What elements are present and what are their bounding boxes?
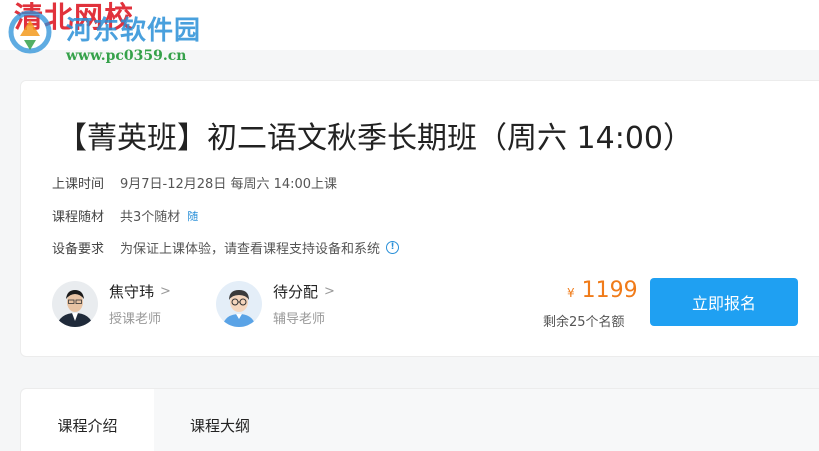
teacher-role: 辅导老师 — [273, 312, 326, 327]
teacher-instructor[interactable]: 焦守玮 > 授课老师 — [52, 280, 171, 327]
top-header: 清北网校 河东软件园 www.pc0359.cn — [0, 0, 819, 64]
watermark-url: www.pc0359.cn — [66, 48, 187, 64]
currency-symbol: ¥ — [567, 286, 575, 300]
chevron-right-icon: > — [324, 283, 335, 299]
teacher-name: 待分配 — [273, 282, 319, 301]
schedule-row: 上课时间 9月7日-12月28日 每周六 14:00上课 — [52, 173, 337, 192]
device-row: 设备要求 为保证上课体验，请查看课程支持设备和系统 ! — [52, 238, 400, 257]
course-card: 【菁英班】初二语文秋季长期班（周六 14:00） 上课时间 9月7日-12月28… — [20, 80, 819, 357]
tab-course-intro[interactable]: 课程介绍 — [21, 389, 154, 451]
teacher-photo-icon — [52, 280, 98, 327]
course-tabs: 课程介绍 课程大纲 — [20, 388, 819, 451]
remaining-seats: 剩余25个名额 — [543, 315, 625, 330]
tab-course-outline[interactable]: 课程大纲 — [154, 389, 286, 451]
materials-tag[interactable]: 随 — [187, 208, 198, 224]
avatar — [216, 280, 262, 327]
avatar — [52, 280, 98, 327]
default-avatar-icon — [216, 280, 262, 327]
course-price: ¥1199 — [567, 278, 638, 303]
schedule-label: 上课时间 — [52, 177, 105, 192]
chevron-right-icon: > — [160, 283, 171, 299]
price-value: 1199 — [581, 278, 638, 303]
teacher-name: 焦守玮 — [109, 282, 155, 301]
materials-label: 课程随材 — [52, 210, 105, 225]
device-label: 设备要求 — [52, 242, 105, 257]
teacher-tutor[interactable]: 待分配 > 辅导老师 — [216, 280, 335, 327]
watermark-title: 河东软件园 — [66, 16, 202, 46]
device-requirement-text: 为保证上课体验，请查看课程支持设备和系统 — [120, 242, 381, 257]
enroll-button[interactable]: 立即报名 — [650, 278, 798, 326]
teacher-role: 授课老师 — [109, 312, 162, 327]
course-title: 【菁英班】初二语文秋季长期班（周六 14:00） — [57, 121, 693, 156]
materials-row: 课程随材 共3个随材 随 — [52, 206, 198, 226]
info-icon[interactable]: ! — [386, 241, 400, 254]
watermark-logo-icon — [8, 10, 52, 54]
materials-value: 共3个随材 — [120, 210, 181, 225]
schedule-value: 9月7日-12月28日 每周六 14:00上课 — [120, 177, 338, 192]
